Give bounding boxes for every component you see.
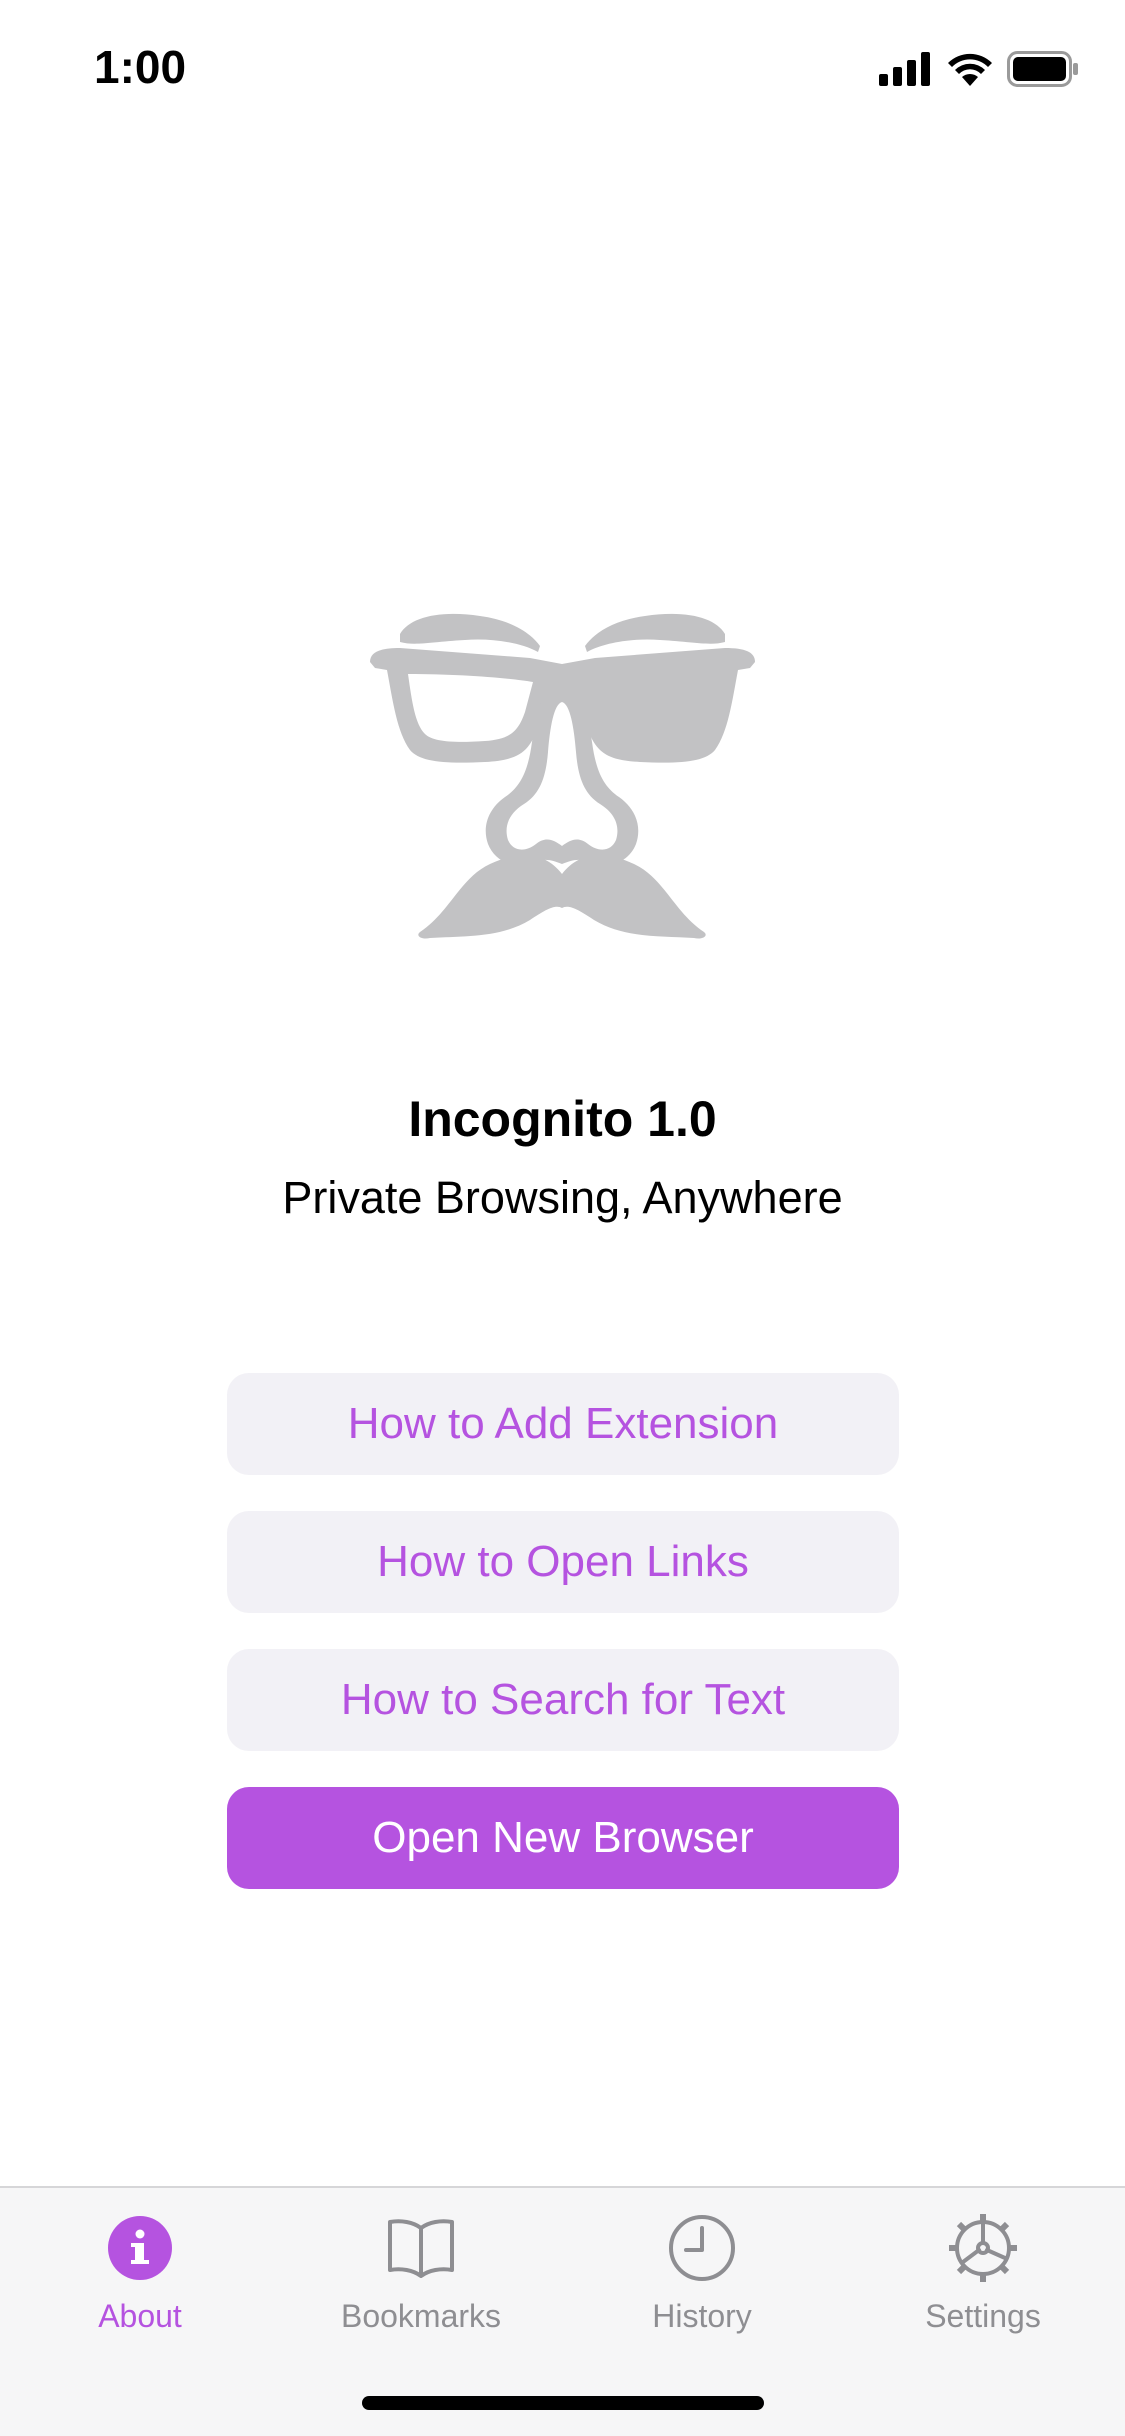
wifi-icon (948, 53, 992, 86)
tab-history-label: History (652, 2298, 752, 2334)
tab-about[interactable]: About (20, 2212, 260, 2362)
tab-bookmarks-label: Bookmarks (340, 2298, 502, 2334)
status-bar: 1:00 (0, 0, 1125, 132)
status-time: 1:00 (94, 41, 187, 93)
app-subtitle: Private Browsing, Anywhere (282, 1172, 843, 1223)
gear-icon (949, 2214, 1017, 2282)
tab-settings[interactable]: Settings (863, 2212, 1103, 2362)
battery-icon (1007, 51, 1078, 87)
how-to-search-text-button[interactable]: How to Search for Text (227, 1649, 899, 1751)
tab-about-label: About (98, 2298, 182, 2334)
tab-settings-label: Settings (925, 2298, 1041, 2334)
how-to-add-extension-button[interactable]: How to Add Extension (227, 1373, 899, 1475)
cellular-signal-icon (879, 52, 930, 86)
book-icon (388, 2219, 454, 2278)
info-icon (108, 2216, 172, 2280)
home-indicator[interactable] (362, 2396, 764, 2410)
tab-bookmarks[interactable]: Bookmarks (301, 2212, 541, 2362)
about-screen: 1:00 Incognito 1.0 Private Browsing, Any… (0, 0, 1125, 2436)
status-icons (879, 48, 1079, 90)
open-new-browser-button[interactable]: Open New Browser (227, 1787, 899, 1889)
how-to-open-links-button[interactable]: How to Open Links (227, 1511, 899, 1613)
disguise-glasses-icon (370, 613, 755, 939)
clock-icon (669, 2215, 735, 2281)
tab-history[interactable]: History (582, 2212, 822, 2362)
app-title: Incognito 1.0 (408, 1091, 717, 1147)
